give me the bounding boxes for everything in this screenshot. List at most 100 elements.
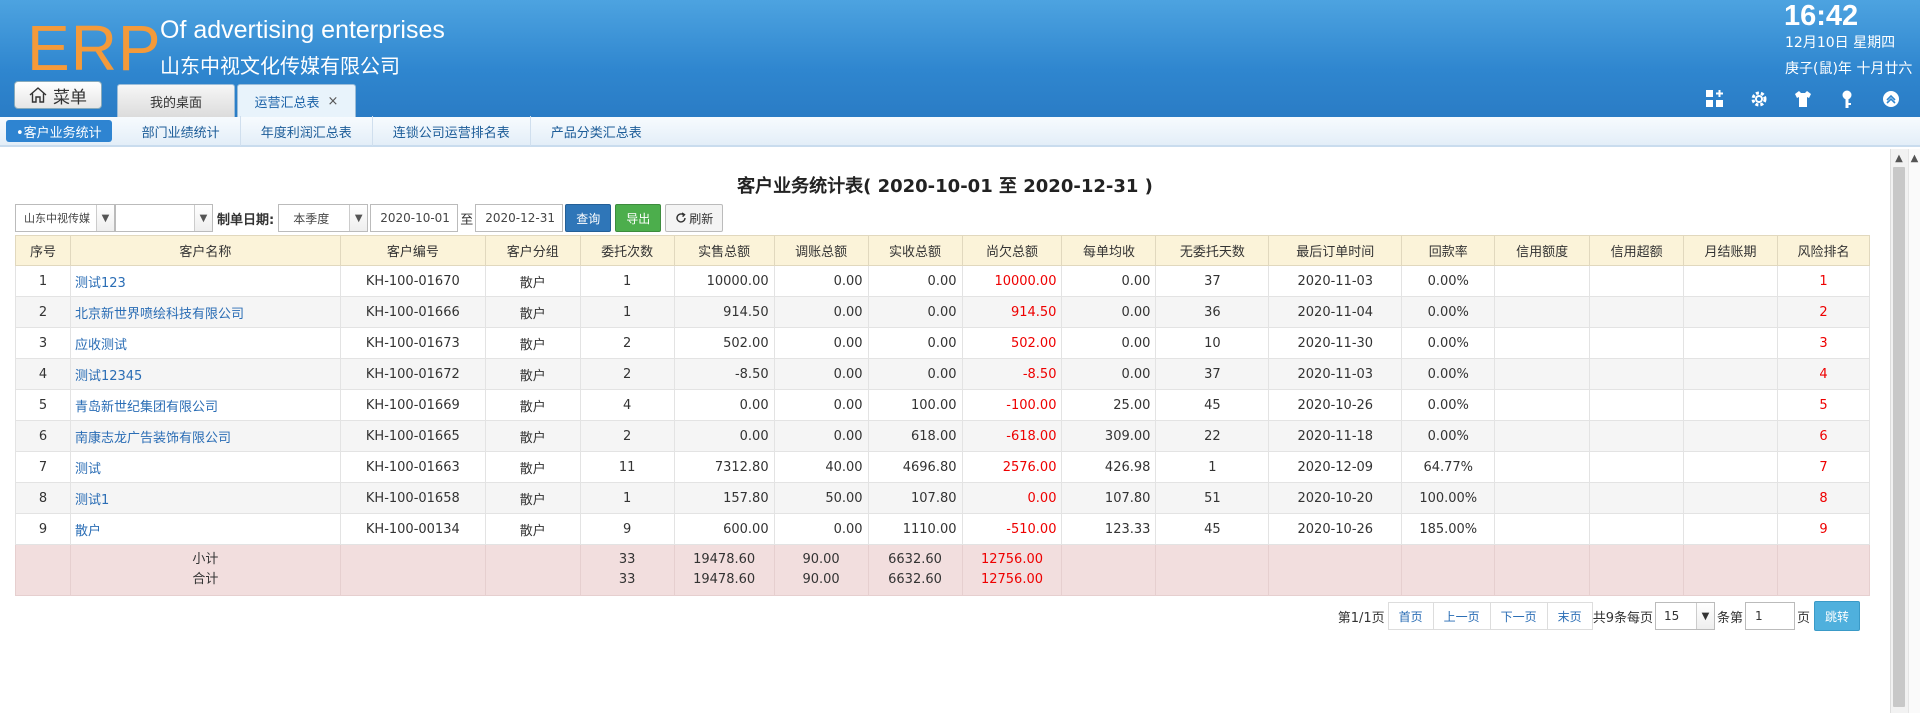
table-cell: 0.00% (1401, 327, 1496, 359)
column-header[interactable]: 实售总额 (673, 235, 775, 266)
company-select[interactable]: 山东中视传媒 ▼ (15, 204, 115, 232)
key-icon[interactable] (1836, 88, 1858, 110)
dept-select[interactable]: ▼ (115, 204, 213, 232)
vertical-scrollbar[interactable]: ▲ ▲ (1890, 149, 1920, 713)
column-header[interactable]: 序号 (15, 235, 71, 266)
table-cell: 8 (1776, 482, 1871, 514)
table-cell: 9 (579, 513, 675, 545)
table-row[interactable]: 9 散户 KH-100-00134 散户 9 600.00 0.00 1110.00 -510.… (15, 513, 1871, 545)
column-header[interactable]: 调账总额 (773, 235, 869, 266)
grid-add-icon[interactable] (1704, 88, 1726, 110)
column-header[interactable]: 实收总额 (867, 235, 963, 266)
table-cell (1494, 451, 1591, 483)
export-button[interactable]: 导出 (615, 204, 662, 232)
close-icon[interactable]: × (328, 94, 339, 109)
prev-page-button[interactable]: 上一页 (1432, 602, 1491, 630)
table-cell (1494, 327, 1591, 359)
subnav-department-stats[interactable]: 部门业绩统计 (122, 116, 241, 146)
column-header[interactable]: 月结账期 (1683, 235, 1778, 266)
column-header[interactable]: 最后订单时间 (1268, 235, 1403, 266)
column-header[interactable]: 信用额度 (1494, 235, 1591, 266)
column-header[interactable]: 客户编号 (339, 235, 486, 266)
table-row[interactable]: 5 青岛新世纪集团有限公司 KH-100-01669 散户 4 0.00 0.00 100.0… (15, 389, 1871, 421)
customer-name-link[interactable]: 测试123 (69, 265, 341, 297)
customer-name-link[interactable]: 测试12345 (69, 358, 341, 390)
go-button[interactable]: 跳转 (1814, 601, 1860, 631)
column-header[interactable]: 无委托天数 (1155, 235, 1270, 266)
table-cell: 7 (15, 451, 71, 483)
table-cell: 2576.00 (961, 451, 1063, 483)
column-header[interactable]: 客户分组 (484, 235, 581, 266)
gear-icon[interactable] (1748, 88, 1770, 110)
table-cell: KH-100-01673 (339, 327, 486, 359)
end-date-input[interactable]: 2020-12-31 (475, 204, 564, 232)
tab-my-desktop[interactable]: 我的桌面 (117, 84, 235, 117)
next-page-button[interactable]: 下一页 (1489, 602, 1548, 630)
column-header[interactable]: 每单均收 (1061, 235, 1157, 266)
table-row[interactable]: 1 测试123 KH-100-01670 散户 1 10000.00 0.00 0.00 100… (15, 265, 1871, 297)
last-page-button[interactable]: 末页 (1546, 602, 1593, 630)
column-header[interactable]: 客户名称 (69, 235, 341, 266)
table-row[interactable]: 6 南康志龙广告装饰有限公司 KH-100-01665 散户 2 0.00 0.00 618.… (15, 420, 1871, 452)
table-cell: KH-100-01669 (339, 389, 486, 421)
customer-name-link[interactable]: 青岛新世纪集团有限公司 (69, 389, 341, 421)
shirt-icon[interactable] (1792, 88, 1814, 110)
table-row[interactable]: 2 北京新世界喷绘科技有限公司 KH-100-01666 散户 1 914.50 0.00 0… (15, 296, 1871, 328)
subnav-customer-stats[interactable]: •客户业务统计 (6, 120, 112, 142)
table-cell: 2020-11-04 (1268, 296, 1403, 328)
table-row[interactable]: 7 测试 KH-100-01663 散户 11 7312.80 40.00 4696.80 25… (15, 451, 1871, 483)
table-cell (1683, 451, 1778, 483)
table-cell: 0.00 (1061, 296, 1157, 328)
table-cell: 0.00 (773, 358, 869, 390)
table-cell (1683, 296, 1778, 328)
table-cell: 37 (1155, 265, 1270, 297)
customer-name-link[interactable]: 南康志龙广告装饰有限公司 (69, 420, 341, 452)
scrollbar-thumb[interactable] (1893, 167, 1905, 707)
menu-button[interactable]: 菜单 (14, 81, 102, 109)
page-number-input[interactable]: 1 (1744, 602, 1795, 630)
scroll-up-icon[interactable]: ▲ (1891, 153, 1907, 164)
per-page-select[interactable]: 15 ▼ (1654, 602, 1715, 630)
table-cell: 502.00 (961, 327, 1063, 359)
column-header[interactable]: 委托次数 (579, 235, 675, 266)
customer-name-link[interactable]: 散户 (69, 513, 341, 545)
customer-name-link[interactable]: 测试 (69, 451, 341, 483)
table-cell (1494, 296, 1591, 328)
table-cell: 1 (1776, 265, 1871, 297)
customer-name-link[interactable]: 北京新世界喷绘科技有限公司 (69, 296, 341, 328)
column-header[interactable]: 尚欠总额 (961, 235, 1063, 266)
column-header[interactable]: 回款率 (1401, 235, 1496, 266)
scroll-up-icon[interactable]: ▲ (1908, 153, 1920, 164)
query-button[interactable]: 查询 (565, 204, 612, 232)
subnav-annual-profit[interactable]: 年度利润汇总表 (241, 116, 373, 146)
page-info: 第1/1页 (1337, 610, 1385, 626)
table-cell: 2 (579, 420, 675, 452)
table-cell: 7 (1776, 451, 1871, 483)
start-date-input[interactable]: 2020-10-01 (370, 204, 459, 232)
subnav-product-category[interactable]: 产品分类汇总表 (531, 116, 662, 146)
customer-name-link[interactable]: 应收测试 (69, 327, 341, 359)
table-cell: 0.00 (867, 358, 963, 390)
table-cell (1589, 389, 1685, 421)
collapse-up-icon[interactable] (1880, 88, 1902, 110)
table-cell: 2020-11-03 (1268, 358, 1403, 390)
first-page-button[interactable]: 首页 (1387, 602, 1434, 630)
table-cell: 185.00% (1401, 513, 1496, 545)
table-cell: 1 (15, 265, 71, 297)
tab-operations-summary[interactable]: 运营汇总表 × (237, 84, 356, 117)
customer-name-link[interactable]: 测试1 (69, 482, 341, 514)
table-row[interactable]: 3 应收测试 KH-100-01673 散户 2 502.00 0.00 0.00 502.00… (15, 327, 1871, 359)
table-row[interactable]: 8 测试1 KH-100-01658 散户 1 157.80 50.00 107.80 0.00… (15, 482, 1871, 514)
table-cell: 51 (1155, 482, 1270, 514)
subnav-chain-ranking[interactable]: 连锁公司运营排名表 (373, 116, 531, 146)
summary-received: 6632.60 6632.60 (867, 544, 963, 596)
column-header[interactable]: 风险排名 (1776, 235, 1871, 266)
refresh-button[interactable]: 刷新 (665, 204, 724, 232)
period-select[interactable]: 本季度 ▼ (278, 204, 369, 232)
table-cell (1494, 358, 1591, 390)
table-row[interactable]: 4 测试12345 KH-100-01672 散户 2 -8.50 0.00 0.00 -8.5… (15, 358, 1871, 390)
table-cell: 0.00 (1061, 358, 1157, 390)
column-header[interactable]: 信用超额 (1589, 235, 1685, 266)
scrollbar-track[interactable] (1908, 149, 1920, 713)
tab-label: 运营汇总表 (254, 95, 320, 111)
